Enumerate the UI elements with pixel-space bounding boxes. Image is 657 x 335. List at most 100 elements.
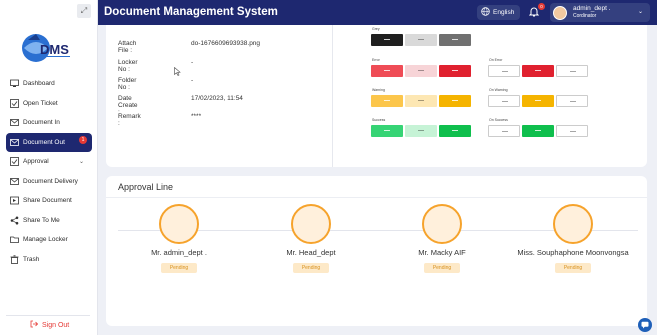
- sidebar-item-dashboard[interactable]: Dashboard: [6, 74, 92, 94]
- swatch-grey-dark: [371, 34, 403, 46]
- swatch-success-3: [439, 125, 471, 137]
- swatch-group-label: Error: [372, 58, 380, 62]
- sidebar-item-label: Manage Locker: [23, 236, 68, 244]
- sidebar-item-label: Open Ticket: [23, 99, 58, 107]
- swatch-on-success-2: [522, 125, 554, 137]
- status-badge: Pending: [161, 263, 197, 273]
- swatch-on-error-3: [556, 65, 588, 77]
- sidebar-nav: Dashboard Open Ticket Document In Docume…: [6, 74, 92, 269]
- sidebar-divider: [6, 315, 90, 316]
- field-label: Remark :: [118, 113, 141, 127]
- approver-name: Miss. Souphaphone Moonvongsa: [517, 248, 629, 257]
- sidebar-item-document-in[interactable]: Document In: [6, 113, 92, 133]
- bell-icon: [528, 4, 539, 22]
- user-menu[interactable]: admin_dept . Cordinator ⌄: [550, 3, 650, 22]
- share-document-icon: [10, 196, 19, 205]
- svg-text:DMS: DMS: [40, 42, 69, 57]
- field-value: 17/02/2023, 11:54: [191, 95, 243, 102]
- attach-file-link[interactable]: do-1676609693938.png: [191, 40, 260, 47]
- sidebar-item-label: Document Delivery: [23, 177, 78, 185]
- folder-icon: [10, 235, 19, 244]
- swatch-success-1: [371, 125, 403, 137]
- dms-logo: DMS: [16, 26, 76, 66]
- approver-avatar: [159, 204, 199, 244]
- globe-icon: [481, 7, 490, 18]
- approver-step: Mr. Head_dept Pending: [246, 204, 376, 273]
- swatch-on-success-3: [556, 125, 588, 137]
- sidebar-item-trash[interactable]: Trash: [6, 250, 92, 270]
- sidebar-item-share-document[interactable]: Share Document: [6, 191, 92, 211]
- approver-step: Miss. Souphaphone Moonvongsa Pending: [508, 204, 638, 273]
- status-badge: Pending: [293, 263, 329, 273]
- vertical-divider: [332, 25, 333, 167]
- sidebar-item-label: Approval: [23, 158, 49, 166]
- sidebar-item-share-to-me[interactable]: Share To Me: [6, 211, 92, 231]
- swatch-group-label: Warning: [372, 88, 385, 92]
- sidebar-item-label: Share Document: [23, 197, 72, 205]
- language-label: English: [493, 9, 515, 16]
- swatch-on-warning-3: [556, 95, 588, 107]
- language-selector[interactable]: English: [477, 5, 520, 20]
- swatch-on-success-1: [488, 125, 520, 137]
- swatch-group-label: On Warning: [489, 88, 508, 92]
- sign-out-button[interactable]: Sign Out: [30, 320, 69, 330]
- swatch-error-1: [371, 65, 403, 77]
- approver-name: Mr. Head_dept: [286, 248, 336, 257]
- approval-line-card: Approval Line Mr. admin_dept . Pending M…: [106, 176, 647, 326]
- collapse-icon: ⤢: [80, 6, 88, 15]
- swatch-grey-light: [405, 34, 437, 46]
- swatch-grey-mid: [439, 34, 471, 46]
- swatch-group-label: Success: [372, 118, 386, 122]
- sidebar-item-document-delivery[interactable]: Document Delivery: [6, 172, 92, 192]
- approver-name: Mr. admin_dept .: [151, 248, 207, 257]
- sign-out-label: Sign Out: [42, 321, 70, 329]
- checkbox-icon: [10, 157, 19, 167]
- sidebar-item-label: Document Out: [23, 138, 65, 146]
- notification-count-badge: 0: [538, 3, 545, 10]
- swatch-group-label: Grey: [372, 27, 380, 31]
- swatch-on-warning-2: [522, 95, 554, 107]
- field-value: -: [191, 77, 194, 84]
- sidebar-item-label: Trash: [23, 255, 40, 263]
- mouse-cursor-icon: [174, 63, 181, 81]
- sidebar-item-document-out[interactable]: Document Out 1: [6, 132, 92, 152]
- swatch-group-label: On Success: [489, 118, 508, 122]
- chevron-down-icon: ⌄: [78, 159, 84, 166]
- field-label: Folder No :: [118, 77, 137, 91]
- checkbox-icon: [10, 98, 19, 108]
- swatch-error-2: [405, 65, 437, 77]
- user-name: admin_dept .: [573, 5, 611, 13]
- sidebar-item-manage-locker[interactable]: Manage Locker: [6, 230, 92, 250]
- swatch-error-3: [439, 65, 471, 77]
- user-role: Cordinator: [573, 12, 597, 19]
- sidebar-item-label: Share To Me: [23, 216, 60, 224]
- sidebar-item-label: Dashboard: [23, 80, 55, 88]
- chat-button[interactable]: [638, 318, 652, 332]
- approver-avatar: [553, 204, 593, 244]
- divider: [106, 197, 647, 198]
- swatch-warning-1: [371, 95, 403, 107]
- top-header: Document Management System English 0 adm…: [98, 0, 657, 25]
- document-details-card: Attach File : do-1676609693938.png Locke…: [106, 25, 647, 167]
- avatar: [553, 5, 567, 20]
- field-label: Locker No :: [118, 59, 138, 73]
- sidebar: ⤢ DMS Dashboard Open Ticket Document In …: [0, 0, 98, 335]
- approval-line-title: Approval Line: [118, 182, 174, 192]
- swatch-group-label: On Error: [489, 58, 503, 62]
- status-badge: Pending: [424, 263, 460, 273]
- swatch-success-2: [405, 125, 437, 137]
- trash-icon: [10, 255, 19, 264]
- approver-name: Mr. Macky AIF: [418, 248, 466, 257]
- sidebar-item-open-ticket[interactable]: Open Ticket: [6, 94, 92, 114]
- mail-icon: [10, 138, 19, 147]
- field-label: Attach File :: [118, 40, 137, 54]
- approver-step: Mr. Macky AIF Pending: [377, 204, 507, 273]
- status-badge: Pending: [555, 263, 591, 273]
- collapse-sidebar-button[interactable]: ⤢: [77, 4, 91, 18]
- sidebar-item-approval[interactable]: Approval ⌄: [6, 152, 92, 172]
- sign-out-icon: [30, 320, 39, 330]
- app-title: Document Management System: [104, 6, 278, 18]
- approver-step: Mr. admin_dept . Pending: [114, 204, 244, 273]
- sidebar-item-label: Document In: [23, 119, 60, 127]
- swatch-on-error-2: [522, 65, 554, 77]
